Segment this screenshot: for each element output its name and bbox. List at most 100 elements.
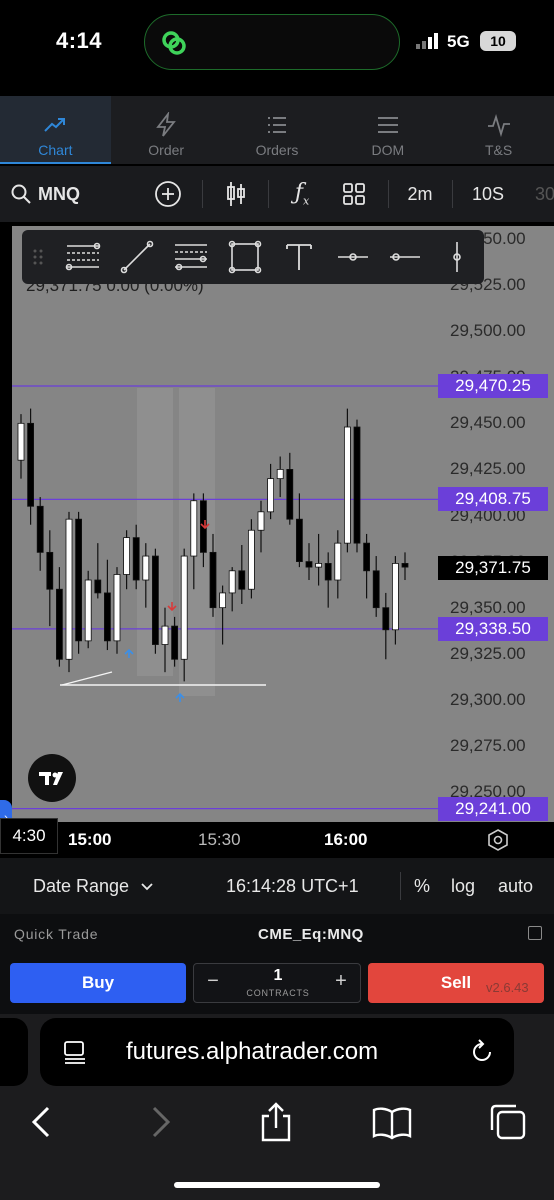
fib-extension-tool[interactable] (168, 230, 214, 284)
horizontal-ray-tool[interactable] (330, 230, 376, 284)
reload-icon[interactable] (468, 1038, 496, 1066)
date-range-label: Date Range (33, 876, 130, 896)
trend-icon (44, 118, 66, 132)
time-axis[interactable]: 4:30 15:00 15:30 16:00 (0, 818, 554, 858)
candle-body (132, 537, 140, 581)
horizontal-line-tool[interactable] (382, 230, 428, 284)
interval-10s[interactable]: 10S (464, 166, 512, 222)
tab-label: DOM (371, 142, 405, 158)
tabs-icon[interactable] (486, 1100, 530, 1144)
rectangle-tool[interactable] (222, 230, 268, 284)
tab-order[interactable]: Order (111, 96, 222, 164)
text-tool[interactable] (276, 230, 322, 284)
trend-line-tool[interactable] (114, 230, 160, 284)
drag-handle[interactable] (28, 230, 48, 284)
tab-orders[interactable]: Orders (222, 96, 333, 164)
candle-body (123, 537, 130, 575)
candle-body (161, 625, 169, 645)
increment-button[interactable]: + (326, 970, 356, 993)
search-icon (11, 184, 31, 204)
date-range-button[interactable]: Date Range (33, 876, 154, 897)
candle-body (401, 563, 409, 568)
time-cursor-label: 4:30 (0, 818, 58, 854)
toolbar-divider (268, 180, 269, 208)
percent-toggle[interactable]: % (414, 876, 430, 897)
price-tick: 29,275.00 (450, 735, 526, 755)
chart-type-button[interactable] (216, 166, 256, 222)
candle-body (391, 563, 399, 631)
back-icon[interactable] (20, 1100, 64, 1144)
price-tag[interactable]: 29,371.75 (438, 555, 548, 580)
candle-body (324, 563, 332, 581)
bookmarks-icon[interactable] (370, 1100, 414, 1144)
grid-icon (343, 183, 365, 205)
chart-info-bar: Date Range 16:14:28 UTC+1 % log auto (0, 858, 554, 914)
home-indicator (174, 1182, 380, 1188)
price-tick: 29,325.00 (450, 643, 526, 663)
collapse-icon[interactable] (528, 926, 542, 940)
auto-toggle[interactable]: auto (498, 876, 533, 897)
candle-body (382, 607, 390, 631)
info-divider (400, 872, 401, 900)
price-tag[interactable]: 29,338.50 (438, 616, 548, 641)
plus-circle-icon (155, 181, 181, 207)
vertical-line-tool[interactable] (434, 230, 480, 284)
price-tag[interactable]: 29,408.75 (438, 487, 548, 512)
candle-body (363, 542, 371, 572)
line-icon (120, 240, 154, 274)
share-icon[interactable] (254, 1100, 298, 1144)
buy-button[interactable]: Buy (10, 963, 186, 1003)
pulse-icon (487, 113, 510, 138)
status-time: 4:14 (56, 28, 103, 53)
previous-tab-preview[interactable] (0, 1018, 28, 1086)
tab-chart[interactable]: Chart (0, 96, 111, 164)
nav-tabs: Chart Order Orders DOM T&S (0, 96, 554, 164)
fib-retracement-tool[interactable] (60, 230, 106, 284)
symbol-search[interactable]: MNQ (10, 166, 94, 222)
price-tag[interactable]: 29,470.25 (438, 374, 548, 398)
candle-body (247, 529, 255, 590)
candle-body (334, 542, 342, 581)
time-tick: 16:00 (324, 830, 368, 849)
dynamic-island (144, 14, 400, 70)
candle-body (104, 592, 111, 642)
tab-ts[interactable]: T&S (443, 96, 554, 164)
status-bar: 4:14 5G 10 (0, 0, 554, 84)
quick-trade-panel: Buy − 1 CONTRACTS + Sell v2.6.43 (0, 954, 554, 1014)
tab-label: Orders (255, 142, 299, 158)
candle-body (372, 570, 380, 609)
candle-body (276, 469, 284, 480)
price-tag[interactable]: 29,241.00 (438, 796, 548, 821)
tv-icon (39, 772, 63, 785)
rectangle-icon (228, 240, 262, 274)
fib-icon (65, 242, 101, 271)
reader-icon[interactable] (62, 1040, 88, 1064)
tradingview-logo[interactable] (28, 754, 76, 802)
address-bar[interactable]: futures.alphatrader.com (40, 1018, 514, 1086)
lightning-icon (156, 112, 177, 137)
toolbar-divider (452, 180, 453, 208)
menu-icon (377, 117, 398, 133)
clock-label[interactable]: 16:14:28 UTC+1 (226, 876, 359, 897)
url-text: futures.alphatrader.com (126, 1038, 379, 1065)
forward-icon[interactable] (138, 1100, 182, 1144)
price-tick: 29,500.00 (450, 321, 526, 341)
candle-body (113, 574, 121, 642)
candle-body (295, 518, 303, 562)
add-symbol-button[interactable] (148, 166, 188, 222)
candle-body (238, 570, 246, 590)
candle-body (151, 555, 159, 645)
candle-body (46, 551, 54, 590)
interval-30[interactable]: 30 (530, 166, 554, 222)
price-tick: 29,300.00 (450, 689, 526, 709)
settings-icon[interactable] (486, 828, 510, 852)
interval-2m[interactable]: 2m (398, 166, 442, 222)
candle-body (219, 592, 227, 609)
indicators-button[interactable]: ƒx (282, 166, 322, 222)
tab-dom[interactable]: DOM (332, 96, 443, 164)
candle-body (171, 625, 179, 660)
candle-body (305, 561, 313, 568)
candle-body (228, 570, 236, 594)
layout-button[interactable] (334, 166, 374, 222)
log-toggle[interactable]: log (451, 876, 475, 897)
